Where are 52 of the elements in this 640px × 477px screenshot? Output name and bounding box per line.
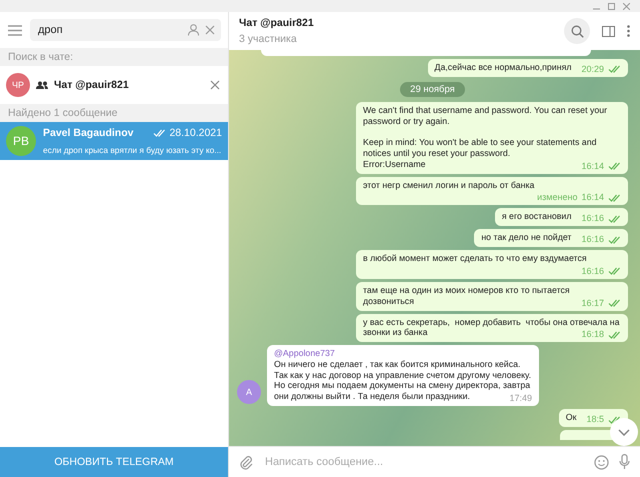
user-avatar: A [237, 380, 261, 404]
scroll-down-button[interactable] [610, 418, 638, 446]
message-bubble: в любой момент может сделать то что ему вздумается 16:16 [356, 250, 628, 279]
maximize-icon[interactable] [608, 2, 615, 10]
message-time: 16:16 [581, 234, 604, 246]
message-bubble: там еще на один из моих номеров кто то пытается дозвониться 16:17 [356, 282, 628, 311]
search-icon[interactable] [570, 24, 584, 38]
message-time: 16:17 [581, 298, 604, 309]
edited-label: изменено [537, 192, 578, 204]
message-time: 16:16 [581, 266, 604, 277]
menu-icon[interactable] [8, 24, 22, 36]
message-time: 17:49 [509, 393, 532, 404]
group-icon [36, 81, 48, 89]
close-icon[interactable] [623, 2, 630, 10]
message-bubble: We can't find that username and password. You can reset your password or try again. Keep in mind: You won't be able to see your statements and notices until you reset your password. Error:Username 16:14 [356, 102, 628, 174]
message-bubble: этот негр сменил логин и пароль от банка изменено 16:14 [356, 176, 628, 206]
person-icon[interactable] [188, 24, 199, 36]
search-input[interactable]: дроп [36, 23, 182, 37]
sidebar-toggle-icon[interactable] [602, 26, 615, 36]
date-badge: 29 ноября [400, 82, 465, 97]
search-button[interactable] [564, 18, 590, 44]
message-time: 16:16 [581, 213, 604, 224]
more-icon[interactable] [627, 25, 630, 37]
message-bubble: @Appolone737 Он ничего не сделает , так как боится криминального кейса. Так как у нас договор на управление счетом другому человеку. Но сегодня мы подаем документы на смену директора, завтра они должны выйти . Та неделя были праздники. 17:49 [267, 345, 539, 406]
clear-icon[interactable] [205, 25, 215, 35]
message-bubble: Да,сейчас все нормально,принял 20:29 [428, 59, 628, 77]
user-name: Pavel Bagaudinov [43, 126, 134, 138]
emoji-icon[interactable] [594, 454, 609, 470]
author-name: @Appolone737 [274, 348, 336, 359]
member-count: 3 участника [239, 33, 298, 45]
section-label: Найдено 1 сообщение [0, 104, 228, 122]
chat-title: Чат @pauir821 [239, 17, 315, 29]
microphone-icon[interactable] [619, 454, 630, 470]
chat-avatar: ЧР [6, 73, 30, 97]
message-time: 16:18 [581, 329, 604, 340]
search-field[interactable]: дроп [30, 19, 221, 41]
message-time: 20:29 [581, 64, 604, 75]
message-bubble: я его востановил 16:16 [494, 208, 628, 226]
chat-name: Чат @pauir821 [54, 79, 130, 91]
section-label: Поиск в чате: [0, 48, 228, 66]
message-time: 16:14 [581, 192, 604, 204]
message-bubble: Ок 18:5 [558, 409, 628, 428]
message-time: 16:14 [581, 160, 604, 172]
close-icon[interactable] [210, 80, 220, 90]
attach-icon[interactable] [239, 454, 253, 470]
chevron-down-icon [618, 428, 630, 436]
user-avatar: PB [6, 126, 36, 156]
message-bubble: но так дело не пойдет 16:16 [474, 229, 628, 248]
message-preview: если дроп крыса врятли я буду юзать эту ко... [43, 144, 222, 156]
message-date: 28.10.2021 [169, 126, 222, 138]
message-time: 18:5 [586, 414, 604, 426]
message-bubble: у вас есть секретарь, номер добавить чтобы она отвечала на звонки из банка 16:18 [356, 314, 628, 342]
